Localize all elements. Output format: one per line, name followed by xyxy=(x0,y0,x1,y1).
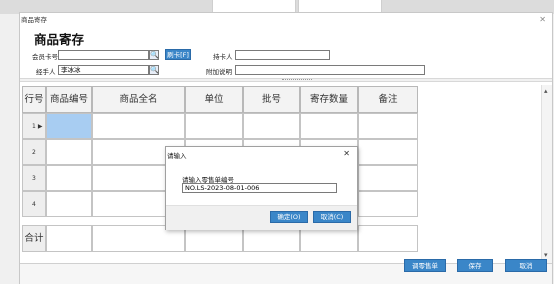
load-retail-order-button[interactable]: 调零售单 xyxy=(404,259,446,272)
search-icon[interactable]: 🔍 xyxy=(149,65,159,75)
remark-cell[interactable] xyxy=(358,165,418,191)
column-header[interactable]: 批号 xyxy=(243,86,300,113)
column-header[interactable]: 备注 xyxy=(358,86,418,113)
vertical-scrollbar[interactable]: ▴ ▾ xyxy=(541,85,552,263)
cancel-button[interactable]: 取消 xyxy=(505,259,547,272)
column-header[interactable]: 行号 xyxy=(22,86,46,113)
swipe-card-button[interactable]: 刷卡[F] xyxy=(165,49,191,60)
remark-cell[interactable] xyxy=(358,113,418,139)
total-cell xyxy=(358,225,418,252)
remark-cell[interactable] xyxy=(358,191,418,217)
row-number[interactable]: 4 xyxy=(22,191,46,217)
close-icon[interactable]: ✕ xyxy=(343,149,350,158)
input-dialog: 请输入 ✕ 请输入零售单编号 NO.LS-2023-08-01-006 确定(O… xyxy=(165,146,358,230)
goods-code-cell[interactable] xyxy=(46,191,92,217)
cardholder-input[interactable] xyxy=(235,50,330,60)
goods-name-cell[interactable] xyxy=(92,113,185,139)
retail-order-number-input[interactable]: NO.LS-2023-08-01-006 xyxy=(182,183,337,193)
total-cell xyxy=(46,225,92,252)
column-header[interactable]: 寄存数量 xyxy=(300,86,358,113)
member-card-label: 会员卡号 xyxy=(32,53,58,61)
column-header[interactable]: 单位 xyxy=(185,86,243,113)
row-number[interactable]: 1 ▶ xyxy=(22,113,46,139)
goods-code-cell[interactable] xyxy=(46,165,92,191)
goods-code-cell[interactable] xyxy=(46,139,92,165)
column-header[interactable]: 商品全名 xyxy=(92,86,185,113)
row-number[interactable]: 2 xyxy=(22,139,46,165)
current-row-arrow-icon: ▶ xyxy=(37,123,43,130)
member-card-input[interactable] xyxy=(58,50,149,60)
handler-label: 经手人 xyxy=(36,68,56,76)
cardholder-label: 持卡人 xyxy=(213,53,233,61)
close-icon[interactable]: ✕ xyxy=(539,15,546,24)
remark-cell[interactable] xyxy=(358,139,418,165)
goods-code-cell[interactable] xyxy=(46,113,92,139)
page-title: 商品寄存 xyxy=(34,32,85,47)
splitter-grip xyxy=(282,79,312,81)
batch-cell[interactable] xyxy=(243,113,300,139)
handler-input[interactable]: 李冰冰 xyxy=(58,65,149,75)
scroll-up-icon[interactable]: ▴ xyxy=(544,87,548,95)
ok-button[interactable]: 确定(O) xyxy=(270,211,308,223)
quantity-cell[interactable] xyxy=(300,113,358,139)
note-input[interactable] xyxy=(235,65,425,75)
note-label: 附加说明 xyxy=(206,68,232,76)
total-label: 合计 xyxy=(22,225,46,252)
dialog-title: 请输入 xyxy=(167,152,187,160)
scroll-down-icon[interactable]: ▾ xyxy=(544,251,548,259)
dialog-cancel-button[interactable]: 取消(C) xyxy=(313,211,351,223)
search-icon[interactable]: 🔍 xyxy=(149,50,159,60)
save-button[interactable]: 保存 xyxy=(457,259,493,272)
window-title: 商品寄存 xyxy=(21,16,47,24)
column-header[interactable]: 商品编号 xyxy=(46,86,92,113)
row-number[interactable]: 3 xyxy=(22,165,46,191)
unit-cell[interactable] xyxy=(185,113,243,139)
